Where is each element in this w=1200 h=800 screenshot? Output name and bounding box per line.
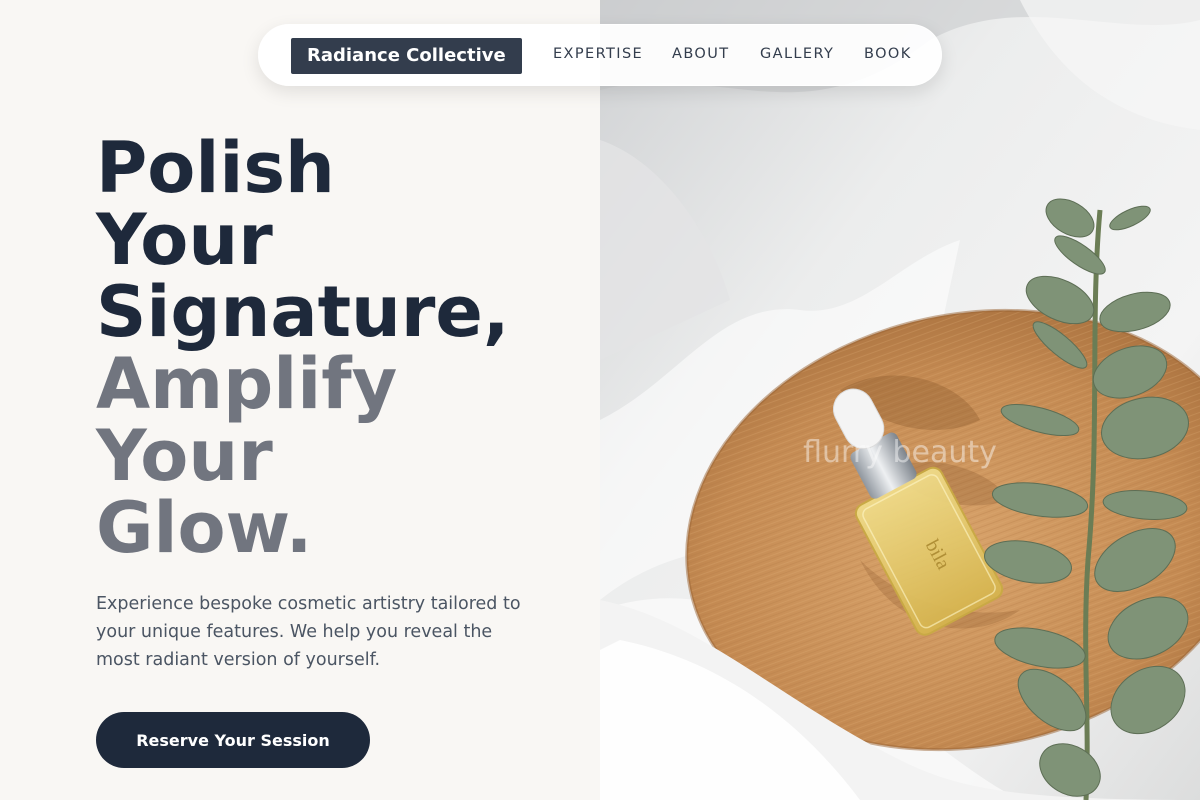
nav-link-gallery[interactable]: GALLERY <box>760 46 834 62</box>
hero-photo: bila flurry beauty <box>600 0 1200 800</box>
brand-logo[interactable]: Radiance Collective <box>291 38 522 74</box>
hero-headline: Polish Your Signature, Amplify Your Glow… <box>96 132 576 564</box>
reserve-session-button[interactable]: Reserve Your Session <box>96 712 370 768</box>
headline-line-muted: Your <box>96 415 273 497</box>
hero-panel: Polish Your Signature, Amplify Your Glow… <box>0 0 600 800</box>
top-navigation: Radiance Collective EXPERTISE ABOUT GALL… <box>258 24 942 86</box>
headline-line: Polish <box>96 127 335 209</box>
photo-watermark: flurry beauty <box>803 435 997 470</box>
headline-line: Your <box>96 199 273 281</box>
hero-description: Experience bespoke cosmetic artistry tai… <box>96 594 521 670</box>
nav-link-book[interactable]: BOOK <box>864 46 912 62</box>
headline-line-muted: Glow. <box>96 487 313 569</box>
headline-line-muted: Amplify <box>96 343 398 425</box>
product-photo-illustration: bila flurry beauty <box>600 0 1200 800</box>
nav-link-about[interactable]: ABOUT <box>672 46 730 62</box>
nav-link-expertise[interactable]: EXPERTISE <box>553 46 643 62</box>
headline-line: Signature, <box>96 271 510 353</box>
